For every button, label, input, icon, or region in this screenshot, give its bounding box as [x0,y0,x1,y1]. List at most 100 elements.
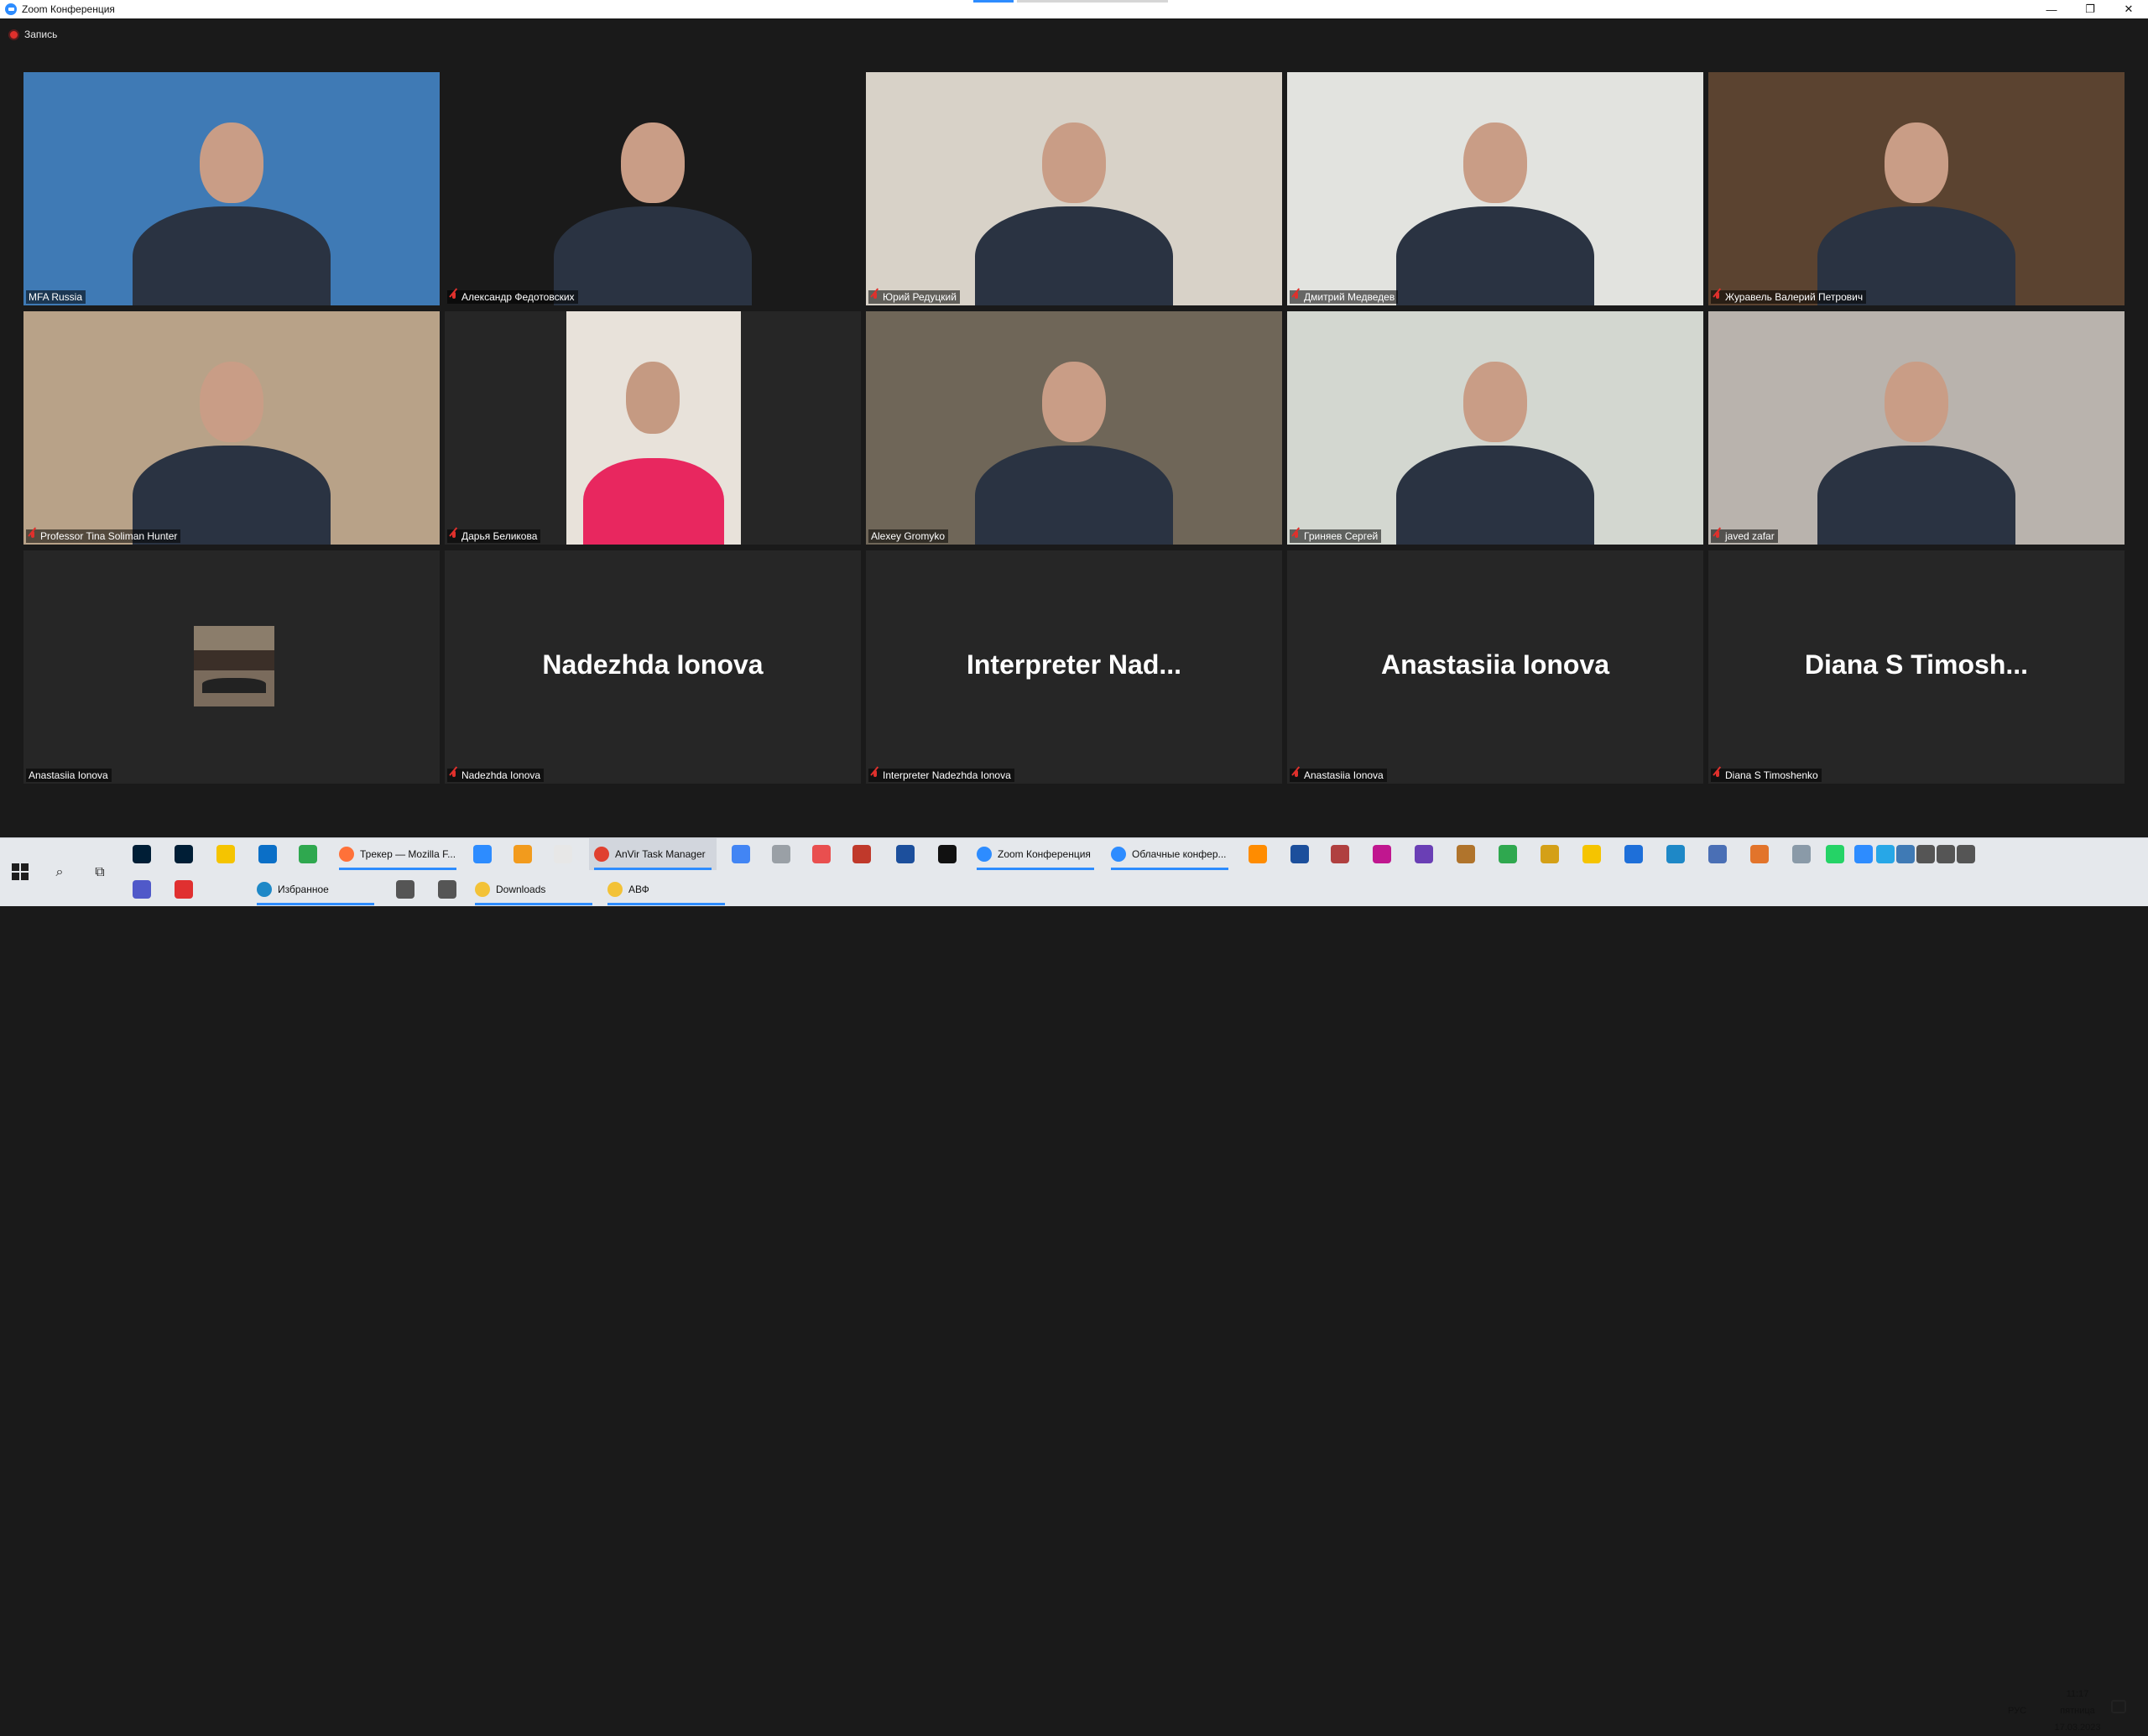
participant-silhouette-body [133,206,331,305]
pinned-app-icon[interactable] [1916,845,1935,863]
participant-name: Professor Tina Soliman Hunter [40,530,178,542]
participant-tile[interactable]: Alexey Gromyko [866,311,1282,545]
pinned-app-icon[interactable] [772,845,790,863]
pinned-app-icon[interactable] [1331,845,1349,863]
pinned-app-icon[interactable] [1499,845,1517,863]
participant-tile[interactable]: Professor Tina Soliman Hunter [23,311,440,545]
task-view-icon[interactable]: ⧉ [91,863,109,882]
pinned-app-icon[interactable] [175,845,193,863]
participant-tile[interactable]: MFA Russia [23,72,440,305]
participant-display-name: Diana S Timosh... [1804,649,2029,680]
mic-muted-icon [450,770,458,780]
mic-muted-icon [871,292,879,302]
taskbar-window-button[interactable]: AnVir Task Manager [589,838,717,870]
participant-avatar-thumbnail [194,626,274,706]
close-button[interactable]: ✕ [2109,0,2148,18]
pinned-app-icon[interactable] [896,845,915,863]
participant-silhouette-body [583,458,724,545]
pinned-app-icon[interactable] [514,845,532,863]
maximize-button[interactable]: ❐ [2071,0,2109,18]
participant-name-tag: javed zafar [1711,529,1778,543]
pinned-app-icon[interactable] [1937,845,1955,863]
pinned-app-icon[interactable] [1792,845,1811,863]
minimize-button[interactable]: — [2032,0,2071,18]
participant-tile[interactable]: Diana S Timosh... Diana S Timoshenko [1708,550,2125,784]
participant-tile[interactable]: Дмитрий Медведев [1287,72,1703,305]
mic-muted-icon [1292,531,1301,541]
participant-tile[interactable]: Гриняев Сергей [1287,311,1703,545]
app-icon [475,882,490,897]
pinned-app-icon[interactable] [554,845,572,863]
pinned-app-icon[interactable] [175,880,193,899]
pinned-app-icon[interactable] [438,880,456,899]
pinned-app-icon[interactable] [1582,845,1601,863]
mic-muted-icon [1292,770,1301,780]
clock-time: 11:17 [2066,1689,2089,1699]
participant-name: Nadezhda Ionova [461,769,541,781]
pinned-app-icon[interactable] [1750,845,1769,863]
taskbar-window-button[interactable]: АВФ [602,873,730,905]
pinned-app-icon[interactable] [396,880,414,899]
pinned-app-icon[interactable] [1708,845,1727,863]
window-drag-strip [973,0,1175,3]
app-icon [339,847,354,862]
participant-tile[interactable]: Юрий Редуцкий [866,72,1282,305]
participant-name: Interpreter Nadezhda Ionova [883,769,1011,781]
pinned-app-icon[interactable] [1541,845,1559,863]
pinned-app-icon[interactable] [1876,845,1895,863]
pinned-app-icon[interactable] [812,845,831,863]
pinned-app-icon[interactable] [1826,845,1844,863]
pinned-app-icon[interactable] [473,845,492,863]
pinned-app-icon[interactable] [258,845,277,863]
pinned-app-icon[interactable] [732,845,750,863]
participant-silhouette-body [1396,446,1594,545]
taskbar-window-button[interactable]: Избранное [252,873,379,905]
participant-silhouette-body [975,206,1173,305]
pinned-app-icon[interactable] [1415,845,1433,863]
notification-center-icon[interactable] [2111,1700,2126,1713]
participant-tile[interactable]: javed zafar [1708,311,2125,545]
taskbar-window-button[interactable]: Облачные конфер... [1106,838,1233,870]
taskbar-button-label: Zoom Конференция [998,848,1091,860]
pinned-app-icon[interactable] [1957,845,1975,863]
pinned-app-icon[interactable] [216,845,235,863]
participant-name: MFA Russia [29,291,83,303]
pinned-app-icon[interactable] [133,845,151,863]
pinned-app-icon[interactable] [299,845,317,863]
pinned-app-icon[interactable] [1290,845,1309,863]
participant-name-tag: Журавель Валерий Петрович [1711,290,1867,304]
mic-muted-icon [1292,292,1301,302]
taskbar-window-button[interactable]: Zoom Конференция [972,838,1099,870]
pinned-app-icon[interactable] [1373,845,1391,863]
recording-indicator[interactable]: Запись [8,29,57,40]
participant-display-name: Interpreter Nad... [966,649,1182,680]
clock-weekday: пятница [2060,1706,2095,1716]
taskbar-button-label: Трекер — Mozilla F... [360,848,456,860]
pinned-app-icon[interactable] [1896,845,1915,863]
app-icon [977,847,992,862]
pinned-app-icon[interactable] [133,880,151,899]
pinned-app-icon[interactable] [1854,845,1873,863]
pinned-app-icon[interactable] [1624,845,1643,863]
participant-tile[interactable]: Anastasiia Ionova [23,550,440,784]
language-indicator[interactable]: РУС [2008,1706,2026,1716]
app-icon [594,847,609,862]
start-button[interactable] [12,863,29,880]
participant-tile[interactable]: Журавель Валерий Петрович [1708,72,2125,305]
search-icon[interactable]: ⌕ [50,863,69,882]
pinned-app-icon[interactable] [938,845,957,863]
pinned-app-icon[interactable] [1249,845,1267,863]
taskbar-window-button[interactable]: Downloads [470,873,597,905]
pinned-app-icon[interactable] [1457,845,1475,863]
participant-tile[interactable]: Anastasiia Ionova Anastasiia Ionova [1287,550,1703,784]
system-clock[interactable]: 11:17 пятница 17.03.2023 [2037,1686,2118,1736]
pinned-app-icon[interactable] [852,845,871,863]
taskbar-window-button[interactable]: Трекер — Mozilla F... [334,838,461,870]
participant-tile[interactable]: Nadezhda Ionova Nadezhda Ionova [445,550,861,784]
participant-tile[interactable]: Interpreter Nad... Interpreter Nadezhda I… [866,550,1282,784]
participant-tile[interactable]: Александр Федотовских [445,72,861,305]
participant-name-tag: Anastasiia Ionova [1290,769,1387,782]
participant-silhouette-head [1042,362,1106,442]
participant-tile[interactable]: Дарья Беликова [445,311,861,545]
pinned-app-icon[interactable] [1666,845,1685,863]
